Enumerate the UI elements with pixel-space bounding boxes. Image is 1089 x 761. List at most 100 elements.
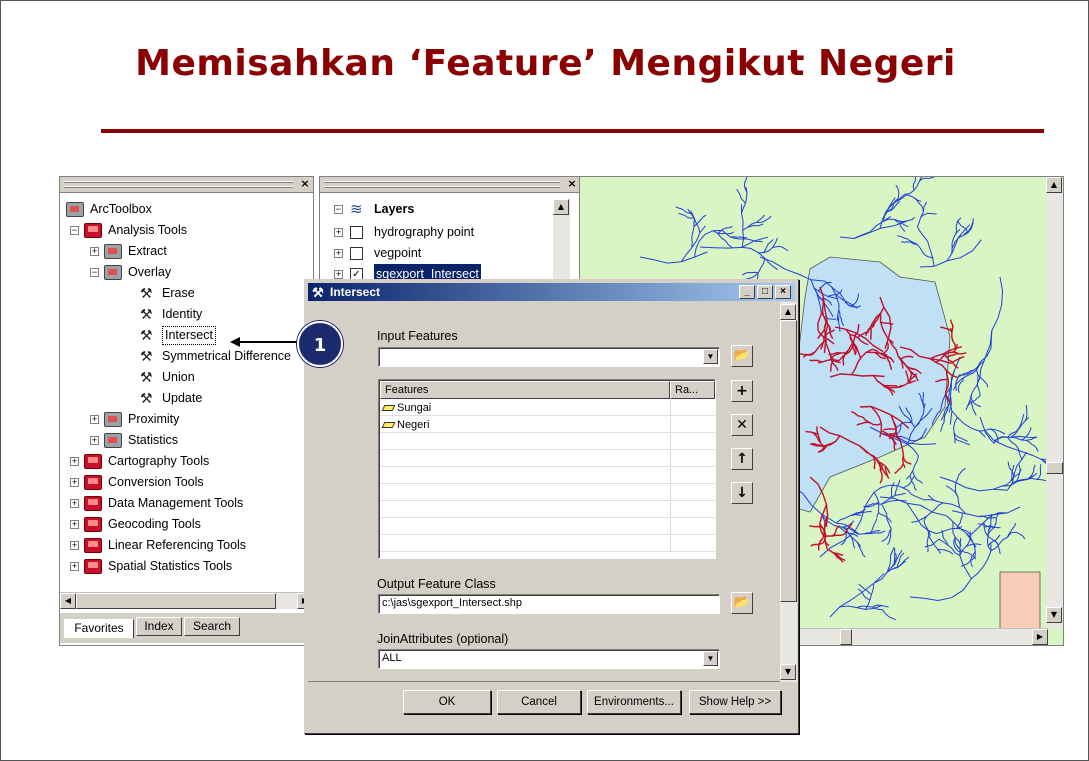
input-features-combo[interactable]: ▼	[378, 347, 720, 367]
show-help-button[interactable]: Show Help >>	[689, 690, 781, 714]
expand-icon[interactable]: +	[70, 499, 79, 508]
tool-hammer-icon: ⚒	[140, 348, 153, 364]
ok-button[interactable]: OK	[403, 690, 491, 714]
browse-folder-button[interactable]: 📂	[731, 592, 753, 614]
scroll-up-icon[interactable]: ▲	[780, 304, 796, 320]
cancel-button[interactable]: Cancel	[497, 690, 581, 714]
join-attributes-select[interactable]: ALL ▼	[378, 649, 720, 669]
dialog-vscrollbar[interactable]: ▲ ▼	[780, 302, 797, 682]
toolset-icon	[104, 433, 122, 448]
minimize-icon[interactable]: _	[739, 285, 755, 299]
scroll-down-icon[interactable]: ▼	[1046, 607, 1062, 623]
tab-search[interactable]: Search	[184, 617, 240, 636]
expand-icon[interactable]: +	[334, 228, 343, 237]
river-segment	[897, 235, 913, 243]
move-down-button[interactable]: ↓	[731, 482, 753, 504]
layers-panel-header[interactable]: ×	[320, 177, 580, 193]
river-segment	[914, 197, 924, 213]
river-segment	[1006, 451, 1028, 491]
tab-index[interactable]: Index	[136, 617, 182, 636]
column-header-rank[interactable]: Ra...	[670, 381, 715, 399]
expand-icon[interactable]: +	[90, 247, 99, 256]
river-segment	[936, 526, 963, 535]
river-segment	[810, 542, 824, 547]
collapse-icon[interactable]: −	[70, 226, 79, 235]
river-segment	[897, 485, 922, 500]
river-segment	[906, 194, 922, 202]
river-segment	[975, 330, 993, 370]
close-icon[interactable]: ×	[566, 178, 578, 190]
scroll-up-icon[interactable]: ▲	[1046, 177, 1062, 193]
toolbox-icon	[66, 202, 84, 217]
expand-icon[interactable]: +	[70, 562, 79, 571]
chevron-down-icon[interactable]: ▼	[703, 349, 718, 364]
river-segment	[927, 494, 967, 515]
toolbox-hscrollbar[interactable]: ◀ ▶	[60, 592, 313, 609]
river-segment	[883, 384, 898, 387]
river-segment	[639, 251, 708, 264]
layer-checkbox[interactable]	[350, 247, 363, 260]
polygon-layer-icon	[381, 422, 396, 429]
expand-icon[interactable]: +	[70, 478, 79, 487]
table-row[interactable]: Negeri	[380, 417, 715, 433]
output-feature-class-input[interactable]: c:\jas\sgexport_Intersect.shp	[378, 594, 720, 614]
tool-hammer-icon: ⚒	[140, 327, 153, 343]
river-segment	[756, 215, 772, 224]
close-icon[interactable]: ×	[299, 178, 311, 190]
expand-icon[interactable]: +	[334, 270, 343, 279]
toolbox-icon	[84, 475, 102, 490]
expand-icon[interactable]: +	[90, 415, 99, 424]
river-segment	[905, 455, 919, 480]
scroll-right-icon[interactable]: ▶	[1032, 629, 1048, 645]
remove-button[interactable]: ✕	[731, 414, 753, 436]
river-segment	[951, 410, 986, 438]
scroll-down-icon[interactable]: ▼	[780, 664, 796, 680]
river-segment	[979, 515, 997, 519]
close-icon[interactable]: ×	[775, 285, 791, 299]
state-negeri-polygon	[791, 256, 951, 513]
expand-icon[interactable]: +	[70, 520, 79, 529]
collapse-icon[interactable]: −	[90, 268, 99, 277]
river-segment	[986, 512, 1000, 537]
environments-button[interactable]: Environments...	[587, 690, 681, 714]
expand-icon[interactable]: +	[70, 541, 79, 550]
expand-icon[interactable]: +	[70, 457, 79, 466]
collapse-icon[interactable]: −	[334, 205, 343, 214]
polygon-layer-icon	[381, 405, 396, 412]
scroll-thumb[interactable]	[1046, 462, 1063, 474]
river-segment	[984, 430, 995, 445]
scroll-thumb[interactable]	[840, 629, 852, 645]
river-segment	[1012, 473, 1038, 484]
scroll-thumb[interactable]	[76, 593, 276, 609]
chevron-down-icon[interactable]: ▼	[703, 651, 718, 666]
toolbox-icon	[84, 538, 102, 553]
arctoolbox-panel-header[interactable]: ×	[60, 177, 313, 193]
river-segment	[977, 374, 989, 388]
river-segment	[898, 217, 915, 223]
expand-icon[interactable]: +	[90, 436, 99, 445]
add-button[interactable]: +	[731, 380, 753, 402]
scroll-thumb[interactable]	[780, 320, 797, 602]
browse-folder-button[interactable]: 📂	[731, 345, 753, 367]
layer-checkbox[interactable]	[350, 226, 363, 239]
dialog-body: Input Features ▼ 📂 Features Ra... Sungai…	[308, 302, 797, 682]
features-table[interactable]: Features Ra... Sungai Negeri	[378, 379, 716, 559]
river-segment	[736, 189, 746, 204]
river-segment	[959, 538, 972, 579]
maximize-icon[interactable]: □	[757, 285, 773, 299]
dialog-titlebar[interactable]: ⚒ Intersect _ □ ×	[308, 283, 795, 301]
map-vscrollbar[interactable]: ▲ ▼	[1046, 177, 1063, 629]
move-up-button[interactable]: ↑	[731, 448, 753, 470]
scroll-left-icon[interactable]: ◀	[60, 593, 76, 609]
river-segment	[1017, 413, 1025, 430]
tab-favorites[interactable]: Favorites	[64, 619, 134, 638]
river-segment	[893, 547, 896, 565]
table-row[interactable]: Sungai	[380, 400, 715, 416]
expand-icon[interactable]: +	[334, 249, 343, 258]
join-attributes-label: JoinAttributes (optional)	[377, 632, 509, 646]
column-header-features[interactable]: Features	[380, 381, 670, 399]
scroll-up-icon[interactable]: ▲	[553, 199, 569, 215]
output-feature-class-label: Output Feature Class	[377, 577, 496, 591]
river-segment	[955, 468, 967, 482]
toolbox-icon	[84, 496, 102, 511]
